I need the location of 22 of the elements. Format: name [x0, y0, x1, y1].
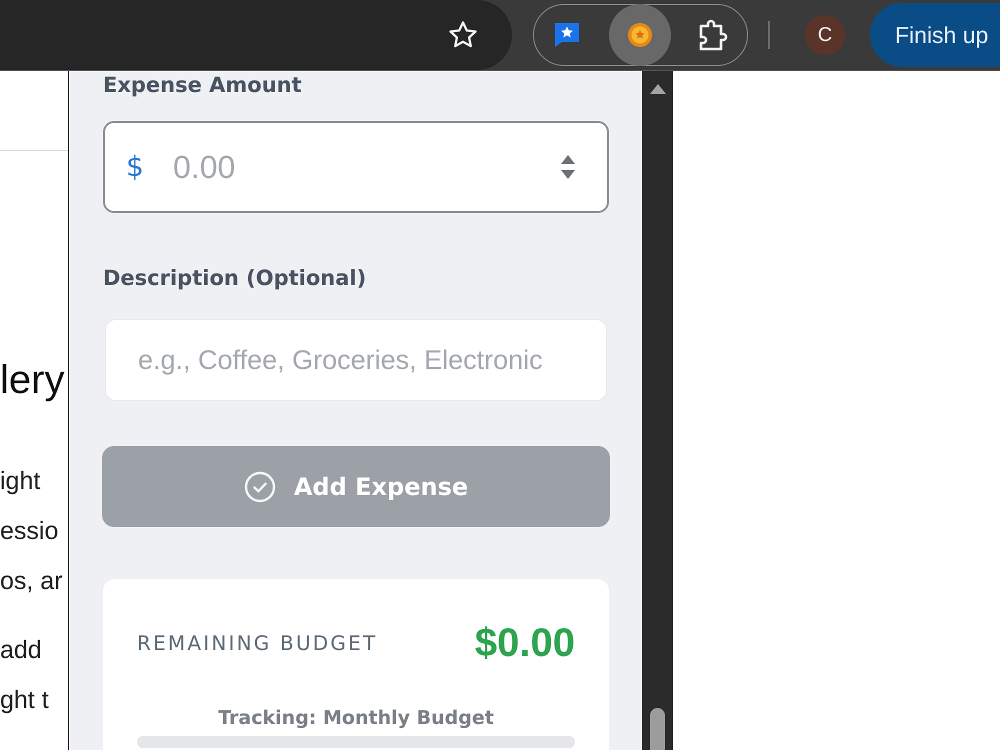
page-text: os, ar: [0, 566, 63, 597]
check-circle-icon: [244, 470, 276, 502]
page-heading: lery: [0, 357, 64, 404]
amount-label: Expense Amount: [103, 72, 302, 98]
remaining-budget-label: REMAINING BUDGET: [137, 631, 378, 655]
description-label: Description (Optional): [103, 265, 366, 291]
page-text: essio: [0, 516, 58, 547]
description-field[interactable]: e.g., Coffee, Groceries, Electronic: [105, 319, 607, 401]
profile-avatar[interactable]: C: [805, 15, 845, 55]
tracking-label: Tracking: Monthly Budget: [218, 706, 494, 730]
remaining-budget-amount: $0.00: [474, 620, 575, 667]
spinner-icon[interactable]: [559, 153, 577, 181]
coin-icon: [628, 23, 652, 47]
update-button[interactable]: Finish up: [870, 3, 1000, 67]
page-text: ight: [0, 466, 40, 497]
scrollbar-thumb[interactable]: [650, 708, 665, 750]
currency-symbol: $: [126, 149, 144, 185]
star-icon[interactable]: [448, 20, 478, 50]
scroll-up-icon[interactable]: [650, 84, 666, 94]
page-text: add: [0, 635, 42, 666]
star-bubble-icon: [553, 22, 581, 48]
page-text: ght t: [0, 685, 49, 716]
